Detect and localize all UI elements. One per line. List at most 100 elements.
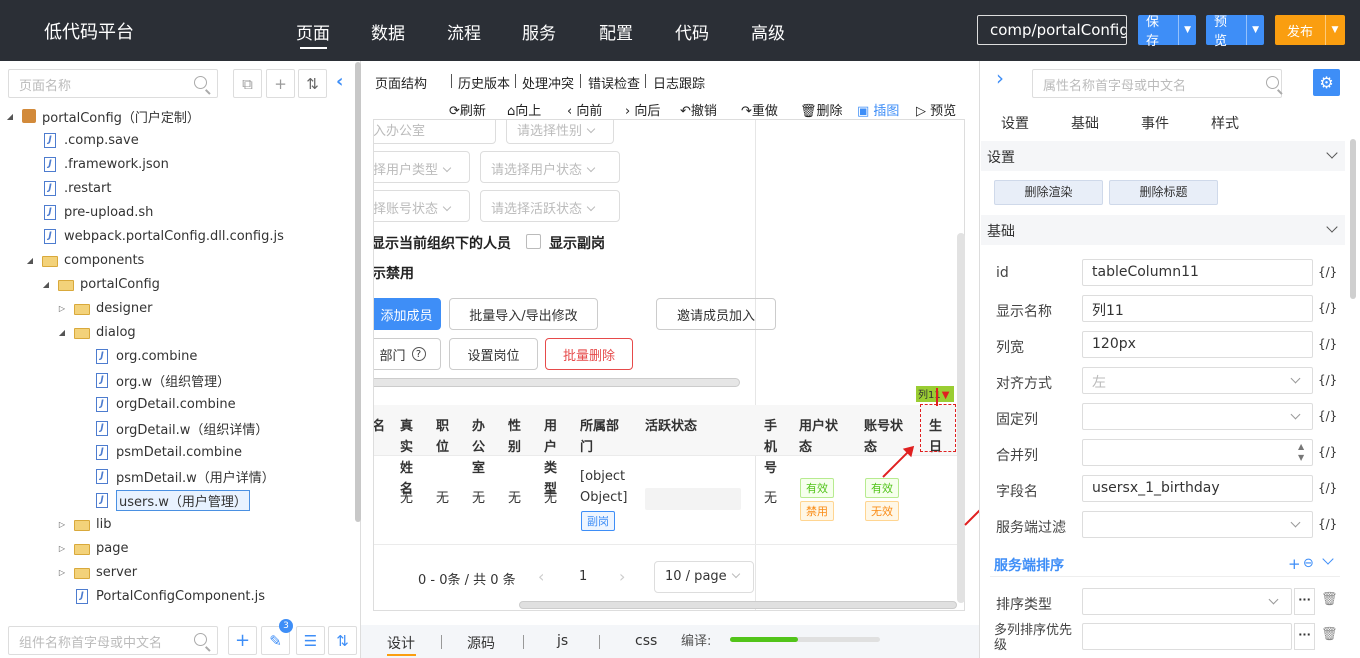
save-button[interactable]: 保存 ▼ [1138,15,1196,49]
tree-item[interactable]: Jwebpack.portalConfig.dll.config.js [0,224,352,248]
publish-button[interactable]: 发布 ▼ [1275,15,1345,45]
nav-item-service[interactable]: 服务 [522,19,556,44]
nav-item-config[interactable]: 配置 [599,19,633,44]
add-icon[interactable]: + [1288,555,1301,573]
tree-item[interactable]: ▷ lib [0,512,352,536]
batch-delete-button[interactable]: 批量删除 [545,338,633,370]
set-post-button[interactable]: 设置岗位 [449,338,538,370]
fx-button[interactable]: {/} [1318,337,1337,351]
tab-style[interactable]: 样式 [1211,113,1239,133]
redo-button[interactable]: ↷重做 [741,100,778,119]
tab-source[interactable]: 源码 [467,633,495,653]
field-align-select[interactable]: 左 [1082,367,1313,394]
tab-settings[interactable]: 设置 [1001,113,1029,133]
page-next-icon[interactable]: › [619,567,625,586]
stepper-icon[interactable]: ▲ ▼ [1298,441,1304,463]
caret-down-icon[interactable]: ◢ [6,112,14,121]
show-deputy-checkbox[interactable] [526,234,541,249]
tree-item[interactable]: Jpre-upload.sh [0,200,352,224]
tab-page-structure[interactable]: 页面结构 [375,73,427,92]
gear-icon[interactable]: ⚙ [1313,69,1340,96]
fx-button[interactable]: {/} [1318,445,1337,459]
up-button[interactable]: ⌂向上 [507,100,541,119]
tree-item[interactable]: ◢ portalConfig（门户定制） [0,104,352,128]
tab-js[interactable]: js [557,633,568,649]
user-type-select[interactable]: 择用户类型 [374,151,470,183]
field-width-input[interactable]: 120px [1082,331,1313,358]
tab-basic[interactable]: 基础 [1071,113,1099,133]
tree-item[interactable]: JorgDetail.w（组织详情） [0,416,352,440]
add-component-icon[interactable]: + [228,626,257,655]
nav-item-advanced[interactable]: 高级 [751,19,785,44]
tree-item[interactable]: ◢ dialog [0,320,352,344]
fx-button[interactable]: {/} [1318,409,1337,423]
expand-right-icon[interactable]: › [996,66,1004,90]
tree-item[interactable]: Jorg.combine [0,344,352,368]
refresh-button[interactable]: ⟳刷新 [449,100,486,119]
tree-item[interactable]: J .framework.json [0,152,352,176]
tab-conflict[interactable]: 处理冲突 [522,73,574,92]
undo-button[interactable]: ↶撤销 [680,100,717,119]
chevron-down-icon[interactable]: ▼ [1325,15,1344,45]
tree-item[interactable]: JpsmDetail.combine [0,440,352,464]
table-h-scrollbar[interactable] [519,601,957,609]
insert-image-button[interactable]: ▣ 插图 [857,100,899,119]
chevron-down-icon[interactable]: ▼ [1246,15,1264,45]
tab-design[interactable]: 设计 [387,633,415,653]
tab-events[interactable]: 事件 [1141,113,1169,133]
account-status-select[interactable]: 择账号状态 [374,190,470,222]
tab-history[interactable]: 历史版本 [458,73,510,92]
caret-down-icon[interactable]: ◢ [42,280,50,289]
preview-button[interactable]: 预览 ▼ [1206,15,1264,49]
tree-item[interactable]: JorgDetail.combine [0,392,352,416]
field-name-input[interactable]: 列11 [1082,295,1313,322]
active-status-select[interactable]: 请选择活跃状态 [480,190,620,222]
tree-item[interactable]: J .restart [0,176,352,200]
delete-button[interactable]: 🗑删除 [800,100,843,119]
search-icon[interactable] [1266,76,1279,89]
comp-path-select[interactable]: comp/portalConfig [977,15,1127,45]
tree-item[interactable]: Jusers.w（用户管理） [0,488,352,512]
tab-log[interactable]: 日志跟踪 [653,73,705,92]
search-icon[interactable] [194,76,207,89]
tab-css[interactable]: css [635,633,657,649]
user-status-select[interactable]: 请选择用户状态 [480,151,620,183]
form-scrollbar[interactable] [374,378,740,387]
tree-item[interactable]: ▷ designer [0,296,352,320]
nav-item-data[interactable]: 数据 [371,19,405,44]
batch-import-button[interactable]: 批量导入/导出修改 [449,298,598,330]
field-merge-input[interactable] [1082,439,1313,466]
trash-icon[interactable]: 🗑 [1321,627,1338,642]
caret-right-icon[interactable]: ▷ [58,568,66,577]
tree-item[interactable]: Jorg.w（组织管理） [0,368,352,392]
section-basic[interactable]: 基础 [981,215,1345,245]
caret-right-icon[interactable]: ▷ [58,520,66,529]
property-search-input[interactable]: 属性名称首字母或中文名 [1032,69,1282,98]
invite-member-button[interactable]: 邀请成员加入 [656,298,776,330]
search-icon[interactable] [194,633,207,646]
page-search-input[interactable]: 页面名称 [8,69,218,98]
circle-minus-icon[interactable]: ⊖ [1303,556,1314,571]
caret-down-icon[interactable]: ▼ [942,390,950,401]
right-scrollbar[interactable] [1350,139,1356,299]
tree-item[interactable]: ▷ page [0,536,352,560]
fx-button[interactable]: {/} [1318,265,1337,279]
field-id-input[interactable]: tableColumn11 [1082,259,1313,286]
fx-button[interactable]: {/} [1318,517,1337,531]
page-prev-icon[interactable]: ‹ [538,567,544,586]
next-button[interactable]: › 向后 [625,100,660,119]
column-tag[interactable]: 列11▼ [916,386,954,402]
nav-item-code[interactable]: 代码 [675,19,709,44]
list-icon[interactable]: ☰ [296,626,325,655]
section-settings[interactable]: 设置 [981,141,1345,171]
prev-button[interactable]: ‹ 向前 [567,100,602,119]
delete-title-button[interactable]: 删除标题 [1109,180,1218,205]
nav-item-flow[interactable]: 流程 [447,19,481,44]
caret-down-icon[interactable]: ◢ [26,256,34,265]
copy-icon[interactable]: ⧉ [233,69,262,98]
design-canvas[interactable]: 入办公室 请选择性别 择用户类型 请选择用户状态 择账号状态 请选择活跃状态 显… [373,119,965,611]
add-icon[interactable]: + [266,69,295,98]
sort-type-select[interactable] [1082,588,1292,615]
nav-item-page[interactable]: 页面 [296,19,330,44]
field-fieldname-input[interactable]: usersx_1_birthday [1082,475,1313,502]
